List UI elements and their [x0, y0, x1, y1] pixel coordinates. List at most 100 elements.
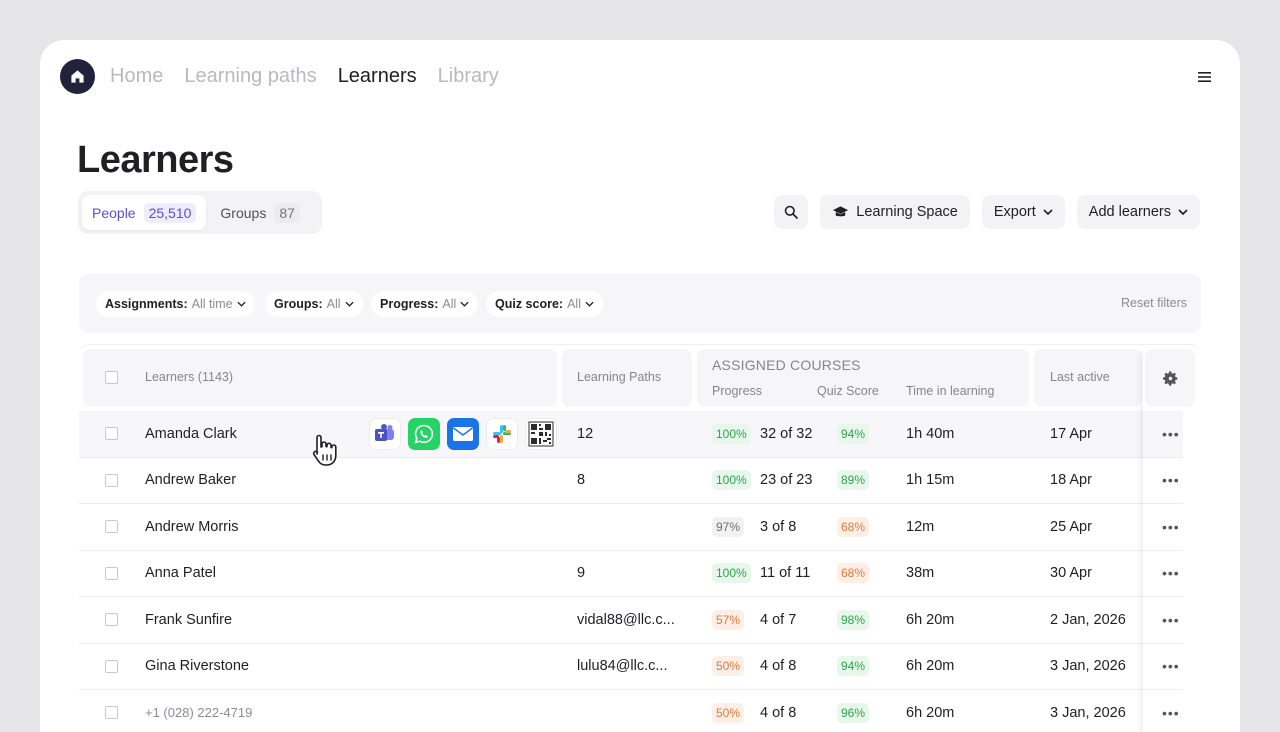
progress-percent-badge: 97%: [712, 516, 745, 537]
learner-name[interactable]: Andrew Morris: [145, 504, 238, 550]
slack-share-button[interactable]: [486, 418, 518, 450]
filter-quiz-score[interactable]: Quiz score: All: [486, 291, 603, 317]
filter-bar: Assignments: All time Groups: All Progre…: [79, 273, 1201, 333]
home-icon: [71, 70, 84, 83]
time-in-learning: 1h 15m: [906, 472, 955, 489]
learner-name[interactable]: Andrew Baker: [145, 458, 236, 504]
last-active: 3 Jan, 2026: [1050, 704, 1126, 721]
checkbox-box: [105, 566, 118, 580]
learning-paths-value: 8: [577, 472, 586, 489]
progress-percent-badge: 100%: [712, 470, 751, 491]
nav-learners[interactable]: Learners: [338, 64, 417, 88]
quiz-score: 96%: [837, 690, 870, 732]
search-button[interactable]: [774, 195, 809, 229]
last-active: 30 Apr: [1050, 565, 1092, 582]
qr-share-button[interactable]: [525, 418, 557, 450]
header-last-active[interactable]: Last active: [1050, 370, 1110, 384]
quiz-score-badge: 89%: [837, 470, 870, 491]
row-checkbox[interactable]: [105, 644, 118, 690]
mail-icon: [453, 427, 473, 441]
tab-people-label: People: [92, 204, 136, 221]
quiz-score: 68%: [837, 551, 870, 597]
share-actions: [369, 418, 557, 450]
row-more-button[interactable]: •••: [1162, 551, 1180, 597]
qr-code-icon: [528, 421, 554, 447]
header-learning-paths[interactable]: Learning Paths: [577, 370, 661, 384]
nav-library[interactable]: Library: [438, 64, 499, 88]
row-more-button[interactable]: •••: [1162, 458, 1180, 504]
checkbox-box: [105, 427, 118, 441]
learner-name[interactable]: Gina Riverstone: [145, 644, 249, 690]
gear-icon: [1162, 370, 1177, 386]
add-learners-button[interactable]: Add learners: [1076, 195, 1200, 229]
reset-filters-link[interactable]: Reset filters: [1121, 296, 1187, 310]
menu-button[interactable]: [1188, 62, 1220, 92]
row-checkbox[interactable]: [105, 690, 118, 732]
home-button[interactable]: [60, 59, 95, 94]
column-settings-button[interactable]: [1145, 349, 1195, 407]
time-in-learning: 38m: [906, 565, 935, 582]
row-checkbox[interactable]: [105, 411, 118, 457]
header-learners[interactable]: Learners (1143): [145, 370, 233, 384]
table-row[interactable]: Andrew Baker 8 100% 23 of 23 89% 1h 15m …: [79, 458, 1183, 504]
time-in-learning: 6h 20m: [906, 611, 955, 628]
table-row[interactable]: Frank Sunfire vidal88@llc.c... 57% 4 of …: [79, 597, 1183, 644]
quiz-score-badge: 68%: [837, 563, 870, 584]
learning-paths-value: lulu84@llc.c...: [577, 658, 668, 675]
filter-assignments[interactable]: Assignments: All time: [96, 291, 255, 317]
table-row[interactable]: +1 (028) 222-4719 50% 4 of 8 96% 6h 20m …: [79, 690, 1183, 732]
learner-name[interactable]: Frank Sunfire: [145, 597, 232, 643]
header-quiz-score[interactable]: Quiz Score: [817, 384, 879, 398]
progress-percent: 50%: [712, 644, 745, 690]
filter-progress-value: All: [442, 297, 457, 311]
row-more-button[interactable]: •••: [1162, 504, 1180, 550]
table-row[interactable]: Gina Riverstone lulu84@llc.c... 50% 4 of…: [79, 644, 1183, 690]
row-checkbox[interactable]: [105, 458, 118, 504]
time-in-learning: 6h 20m: [906, 704, 955, 721]
row-checkbox[interactable]: [105, 597, 118, 643]
learner-name[interactable]: Anna Patel: [145, 551, 216, 597]
export-button[interactable]: Export: [981, 195, 1065, 229]
filter-quiz-score-label: Quiz score:: [495, 297, 564, 311]
quiz-score-badge: 94%: [837, 656, 870, 677]
row-more-button[interactable]: •••: [1162, 690, 1180, 732]
quiz-score: 68%: [837, 504, 870, 550]
email-share-button[interactable]: [447, 418, 479, 450]
table-header: Learners (1143) Learning Paths ASSIGNED …: [79, 345, 1201, 407]
select-all-checkbox[interactable]: [105, 371, 118, 384]
table-row[interactable]: Anna Patel 9 100% 11 of 11 68% 38m 30 Ap…: [79, 551, 1183, 597]
learner-name[interactable]: +1 (028) 222-4719: [145, 690, 252, 732]
row-more-button[interactable]: •••: [1162, 411, 1180, 457]
whatsapp-share-button[interactable]: [408, 418, 440, 450]
hamburger-icon: [1197, 72, 1211, 82]
row-more-button[interactable]: •••: [1162, 597, 1180, 643]
last-active: 18 Apr: [1050, 472, 1092, 489]
progress-percent-badge: 50%: [712, 702, 745, 723]
quiz-score-badge: 68%: [837, 516, 870, 537]
nav-learning-paths[interactable]: Learning paths: [184, 64, 316, 88]
checkbox-box: [105, 473, 118, 487]
row-more-button[interactable]: •••: [1162, 644, 1180, 690]
header-time-in-learning[interactable]: Time in learning: [906, 384, 994, 398]
tab-people[interactable]: People 25,510: [82, 195, 207, 230]
learner-name[interactable]: Amanda Clark: [145, 411, 237, 457]
header-progress[interactable]: Progress: [712, 384, 762, 398]
learning-space-button[interactable]: Learning Space: [820, 195, 970, 229]
tab-groups[interactable]: Groups 87: [210, 195, 310, 230]
nav-home[interactable]: Home: [110, 64, 163, 88]
filter-progress[interactable]: Progress: All: [371, 291, 479, 317]
filter-groups-value: All: [326, 297, 341, 311]
row-checkbox[interactable]: [105, 551, 118, 597]
learning-paths-value: vidal88@llc.c...: [577, 611, 675, 628]
table-row[interactable]: Amanda Clark 12 100% 32 of 32 94% 1h 40m…: [79, 411, 1183, 466]
quiz-score: 94%: [837, 411, 870, 457]
checkbox-box: [105, 706, 118, 720]
progress-courses: 3 of 8: [760, 518, 797, 535]
row-checkbox[interactable]: [105, 504, 118, 550]
teams-share-button[interactable]: [369, 418, 401, 450]
progress-courses: 32 of 32: [760, 425, 813, 442]
header-assigned-courses: ASSIGNED COURSES: [712, 357, 861, 373]
learning-paths-value: 9: [577, 565, 586, 582]
filter-groups[interactable]: Groups: All: [265, 291, 363, 317]
table-row[interactable]: Andrew Morris 97% 3 of 8 68% 12m 25 Apr …: [79, 504, 1183, 551]
